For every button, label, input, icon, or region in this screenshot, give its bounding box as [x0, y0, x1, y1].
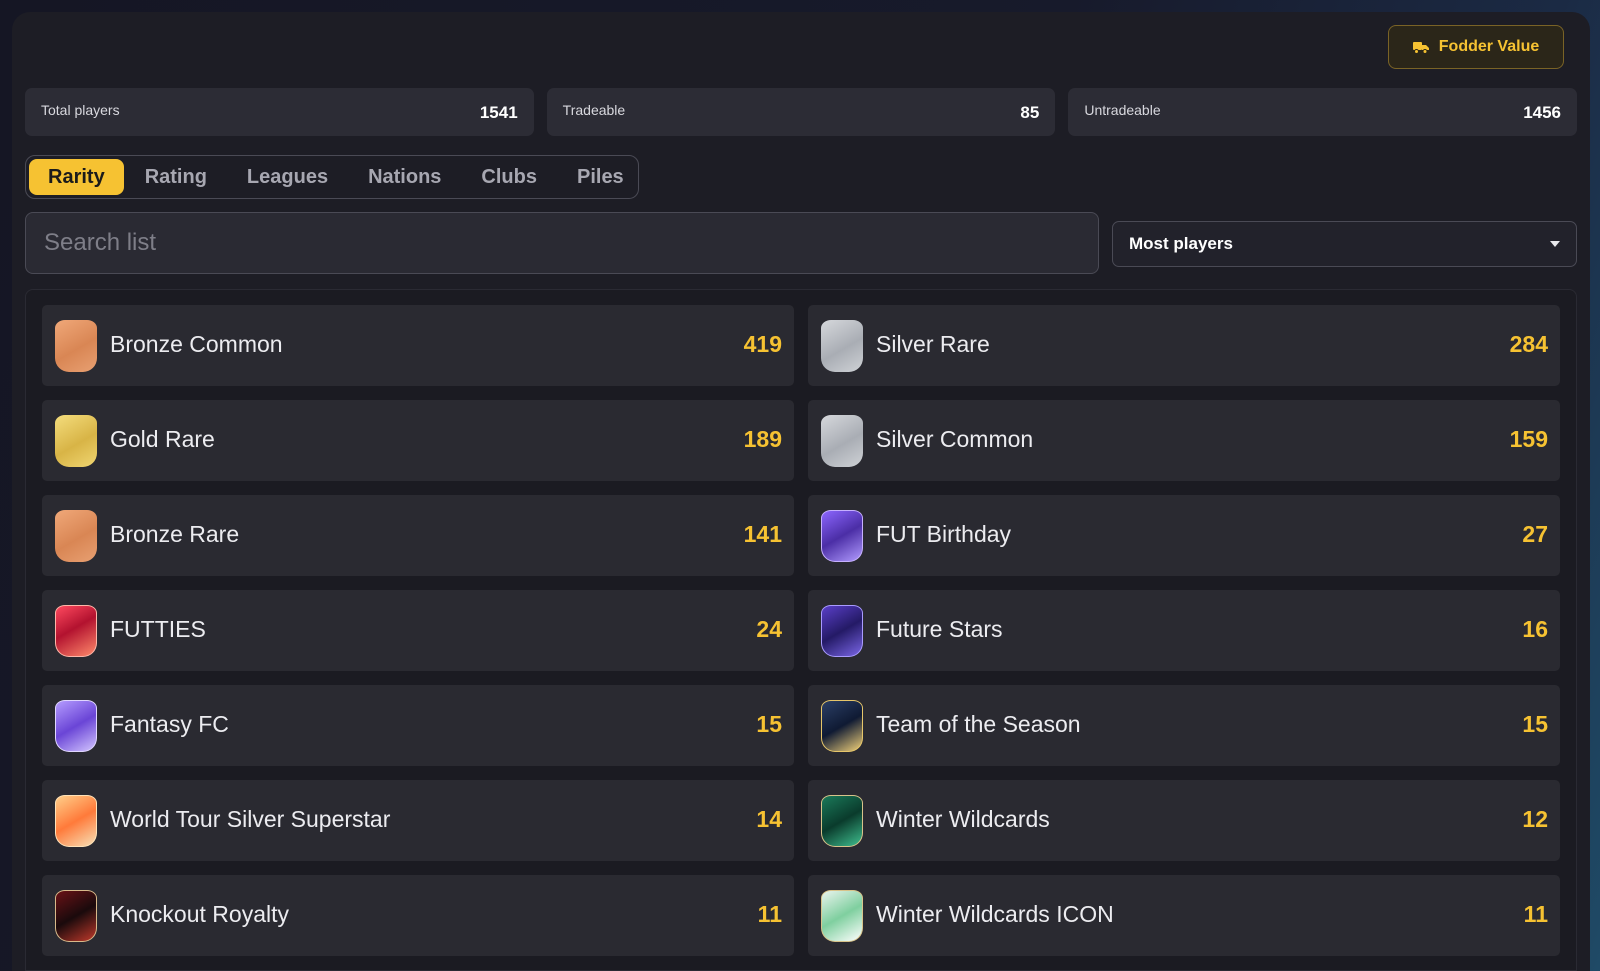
- tab-clubs[interactable]: Clubs: [462, 159, 556, 195]
- rarity-panel: Fodder Value Total players 1541 Tradeabl…: [12, 12, 1590, 971]
- tab-leagues[interactable]: Leagues: [228, 159, 347, 195]
- rarity-grid: Bronze Common 419 Silver Rare 284 Gold Rare 1…: [42, 305, 1560, 956]
- rarity-card-icon: [821, 605, 863, 657]
- search-input[interactable]: [25, 212, 1099, 274]
- rarity-count: 15: [756, 711, 782, 737]
- rarity-card-icon: [55, 890, 97, 942]
- rarity-name: Silver Rare: [876, 331, 990, 357]
- rarity-card-icon: [55, 795, 97, 847]
- stat-label: Untradeable: [1084, 102, 1161, 118]
- list-item[interactable]: Silver Rare 284: [808, 305, 1560, 386]
- chevron-down-icon: [1550, 241, 1560, 247]
- fodder-value-label: Fodder Value: [1438, 38, 1540, 55]
- stat-label: Tradeable: [562, 102, 626, 118]
- rarity-list[interactable]: Bronze Common 419 Silver Rare 284 Gold Rare 1…: [25, 289, 1577, 971]
- rarity-name: Winter Wildcards ICON: [876, 901, 1114, 927]
- stat-label: Total players: [41, 102, 120, 118]
- rarity-card-icon: [55, 415, 97, 467]
- rarity-name: Team of the Season: [876, 711, 1081, 737]
- category-tabs: Rarity Rating Leagues Nations Clubs Pile…: [25, 155, 639, 199]
- sort-selected-label: Most players: [1129, 234, 1233, 253]
- list-item[interactable]: Fantasy FC 15: [42, 685, 794, 766]
- rarity-card-icon: [55, 320, 97, 372]
- list-item[interactable]: Bronze Rare 141: [42, 495, 794, 576]
- list-item[interactable]: Team of the Season 15: [808, 685, 1560, 766]
- rarity-name: Fantasy FC: [110, 711, 229, 737]
- rarity-card-icon: [55, 605, 97, 657]
- stat-value: 1541: [479, 103, 518, 122]
- rarity-count: 11: [757, 901, 782, 927]
- list-item[interactable]: Gold Rare 189: [42, 400, 794, 481]
- rarity-card-icon: [821, 510, 863, 562]
- rarity-count: 24: [756, 616, 782, 642]
- rarity-name: Silver Common: [876, 426, 1034, 452]
- rarity-card-icon: [55, 510, 97, 562]
- list-item[interactable]: World Tour Silver Superstar 14: [42, 780, 794, 861]
- rarity-name: Gold Rare: [110, 426, 215, 452]
- rarity-count: 419: [743, 331, 782, 357]
- rarity-count: 189: [743, 426, 782, 452]
- rarity-count: 16: [1522, 616, 1548, 642]
- tab-nations[interactable]: Nations: [349, 159, 460, 195]
- rarity-count: 159: [1509, 426, 1548, 452]
- rarity-count: 11: [1523, 901, 1548, 927]
- rarity-name: World Tour Silver Superstar: [110, 806, 391, 832]
- rarity-name: Bronze Rare: [110, 521, 240, 547]
- rarity-name: Knockout Royalty: [110, 901, 289, 927]
- rarity-card-icon: [821, 890, 863, 942]
- rarity-card-icon: [821, 700, 863, 752]
- rarity-name: FUT Birthday: [876, 521, 1012, 547]
- rarity-card-icon: [821, 320, 863, 372]
- rarity-name: FUTTIES: [110, 616, 206, 642]
- rarity-count: 27: [1522, 521, 1548, 547]
- stats-bar: Total players 1541 Tradeable 85 Untradea…: [25, 88, 1578, 136]
- rarity-count: 141: [743, 521, 782, 547]
- rarity-count: 284: [1509, 331, 1548, 357]
- rarity-name: Bronze Common: [110, 331, 283, 357]
- fodder-value-button[interactable]: Fodder Value: [1388, 25, 1564, 69]
- rarity-card-icon: [55, 700, 97, 752]
- rarity-count: 14: [756, 806, 782, 832]
- stat-tradeable: Tradeable 85: [546, 88, 1056, 136]
- rarity-name: Winter Wildcards: [876, 806, 1050, 832]
- stat-value: 1456: [1523, 103, 1562, 122]
- stat-untradeable: Untradeable 1456: [1068, 88, 1578, 136]
- sort-select[interactable]: Most players: [1112, 221, 1577, 267]
- rarity-name: Future Stars: [876, 616, 1003, 642]
- list-item[interactable]: Bronze Common 419: [42, 305, 794, 386]
- list-item[interactable]: FUT Birthday 27: [808, 495, 1560, 576]
- rarity-card-icon: [821, 415, 863, 467]
- list-item[interactable]: Winter Wildcards ICON 11: [808, 875, 1560, 956]
- list-item[interactable]: Winter Wildcards 12: [808, 780, 1560, 861]
- list-item[interactable]: Silver Common 159: [808, 400, 1560, 481]
- stat-total-players: Total players 1541: [25, 88, 534, 136]
- tab-piles[interactable]: Piles: [558, 159, 643, 195]
- stat-value: 85: [1020, 103, 1040, 122]
- list-item[interactable]: Future Stars 16: [808, 590, 1560, 671]
- tab-rarity[interactable]: Rarity: [29, 159, 124, 195]
- truck-icon: [1412, 40, 1429, 54]
- rarity-count: 15: [1522, 711, 1548, 737]
- rarity-card-icon: [821, 795, 863, 847]
- tab-rating[interactable]: Rating: [126, 159, 226, 195]
- list-item[interactable]: FUTTIES 24: [42, 590, 794, 671]
- rarity-count: 12: [1522, 806, 1548, 832]
- list-item[interactable]: Knockout Royalty 11: [42, 875, 794, 956]
